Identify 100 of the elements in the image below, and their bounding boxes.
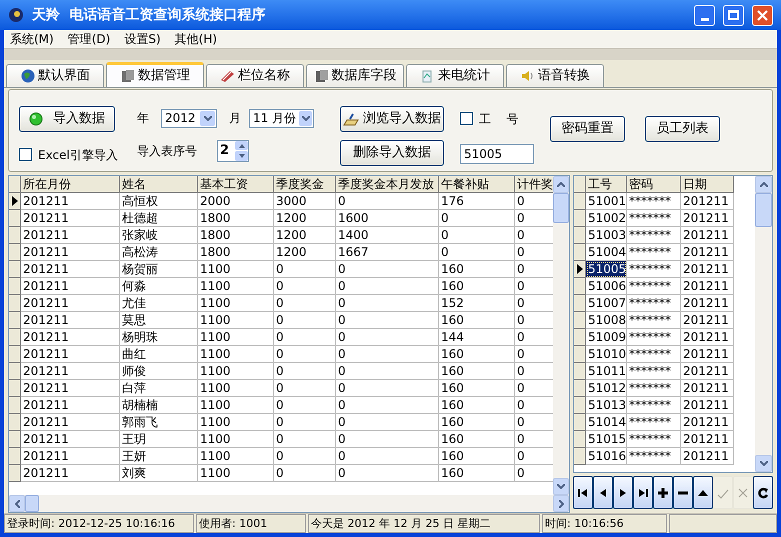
table-cell: 51010 (586, 346, 627, 364)
table-cell: 0 (336, 312, 439, 330)
table-cell: 0 (336, 278, 439, 296)
scroll-down-button[interactable] (553, 478, 569, 495)
column-header[interactable]: 姓名 (120, 176, 198, 194)
table-cell: 莫思 (120, 312, 198, 330)
table-cell: ******* (627, 278, 681, 296)
table-cell: 1100 (198, 448, 274, 466)
table-cell: 160 (439, 448, 515, 466)
previous-record-button[interactable] (593, 476, 613, 510)
employee-list-button[interactable]: 员工列表 (645, 116, 720, 142)
delete-import-button[interactable]: 删除导入数据 (340, 140, 444, 166)
browse-button[interactable]: 浏览导入数据 (340, 106, 444, 132)
import-button[interactable]: 导入数据 (19, 106, 115, 132)
table-cell: 0 (274, 465, 336, 482)
table-cell: 张家岐 (120, 227, 198, 244)
table-cell: 201211 (681, 431, 734, 448)
scroll-right-button[interactable] (553, 495, 569, 512)
employee-id-field[interactable]: 51005 (460, 144, 534, 164)
tab[interactable]: 来电统计 (406, 64, 504, 87)
table-cell: 曲红 (120, 346, 198, 364)
table-cell: 尤佳 (120, 295, 198, 312)
column-header[interactable]: 季度奖金 (274, 176, 336, 194)
table-cell: 201211 (681, 329, 734, 346)
scroll-up-button[interactable] (553, 176, 569, 194)
sheet-spinner[interactable]: 2 (217, 140, 249, 162)
tab[interactable]: 数据库字段 (306, 64, 404, 87)
tab[interactable]: 数据管理 (106, 62, 204, 87)
menu-item[interactable]: 其他(H) (174, 30, 218, 48)
table-cell: 0 (274, 312, 336, 330)
maximize-icon (728, 10, 739, 20)
menu-item[interactable]: 管理(D) (68, 30, 110, 48)
column-header[interactable]: 季度奖金本月发放 (336, 176, 439, 194)
column-header[interactable]: 计件奖 (515, 176, 553, 194)
tab[interactable]: 栏位名称 (206, 64, 304, 87)
scroll-thumb[interactable] (553, 193, 569, 224)
column-header[interactable]: 午餐补贴 (439, 176, 515, 194)
scroll-down-button[interactable] (755, 455, 772, 472)
table-cell: 51013 (586, 397, 627, 414)
grid-corner (574, 176, 586, 194)
delete-record-button[interactable] (673, 476, 693, 510)
row-selector[interactable] (9, 193, 21, 210)
spin-down-button[interactable] (235, 151, 248, 161)
next-record-button[interactable] (613, 476, 633, 510)
table-cell: 0 (336, 448, 439, 466)
insert-record-button[interactable] (653, 476, 673, 510)
table-cell: 201211 (21, 278, 120, 296)
column-header[interactable]: 所在月份 (21, 176, 120, 194)
column-header[interactable]: 日期 (681, 176, 734, 194)
scroll-thumb[interactable] (25, 495, 39, 512)
row-selector[interactable] (574, 261, 586, 278)
status-text: 时间: 10:16:56 (542, 514, 667, 533)
table-cell: 51016 (586, 448, 627, 466)
close-button[interactable] (752, 4, 773, 26)
column-header[interactable]: 工号 (586, 176, 627, 194)
reset-password-button[interactable]: 密码重置 (550, 116, 625, 142)
scroll-left-icon (14, 500, 20, 508)
table-cell: ******* (627, 397, 681, 414)
table-cell: ******* (627, 380, 681, 398)
table-cell: ******* (627, 295, 681, 312)
edit-record-button[interactable] (693, 476, 713, 510)
table-cell: 201211 (21, 465, 120, 482)
tab[interactable]: 语音转换 (506, 64, 604, 87)
table-cell: 0 (274, 397, 336, 414)
scroll-up-button[interactable] (755, 176, 772, 194)
table-cell: 0 (336, 414, 439, 432)
scroll-thumb[interactable] (755, 193, 772, 228)
table-cell: 201211 (21, 448, 120, 466)
table-cell: ******* (627, 329, 681, 346)
menu-item[interactable]: 系统(M) (10, 30, 54, 48)
checkbox-label: 工 号 (479, 110, 518, 128)
scroll-left-button[interactable] (9, 495, 25, 512)
table-cell: 何淼 (120, 278, 198, 296)
tab[interactable]: 默认界面 (6, 64, 104, 87)
first-record-button[interactable] (573, 476, 593, 510)
table-cell: 0 (439, 227, 515, 244)
caret-icon (302, 116, 310, 121)
table-cell: ******* (627, 227, 681, 244)
spin-up-button[interactable] (235, 140, 248, 150)
column-header[interactable]: 基本工资 (198, 176, 274, 194)
table-cell: 0 (336, 329, 439, 346)
checkbox[interactable] (460, 112, 473, 126)
table-cell: 201211 (681, 210, 734, 228)
table-cell: 0 (439, 244, 515, 262)
table-cell: 152 (439, 295, 515, 312)
maximize-button[interactable] (723, 4, 744, 26)
column-header[interactable]: 密码 (627, 176, 681, 194)
row-pointer-icon (12, 196, 18, 206)
checkbox[interactable] (19, 148, 32, 162)
table-cell: 高松涛 (120, 244, 198, 262)
table-cell: 51011 (586, 363, 627, 380)
table-cell: 杨明珠 (120, 329, 198, 346)
menu-item[interactable]: 设置S) (124, 30, 161, 48)
year-dropdown[interactable]: 2012 (161, 108, 217, 128)
refresh-button[interactable] (753, 476, 773, 510)
last-record-button[interactable] (633, 476, 653, 510)
field-label: 年 (137, 110, 150, 128)
month-dropdown[interactable]: 11 月份 (249, 108, 314, 128)
minimize-button[interactable] (694, 4, 715, 26)
table-cell: 160 (439, 261, 515, 278)
